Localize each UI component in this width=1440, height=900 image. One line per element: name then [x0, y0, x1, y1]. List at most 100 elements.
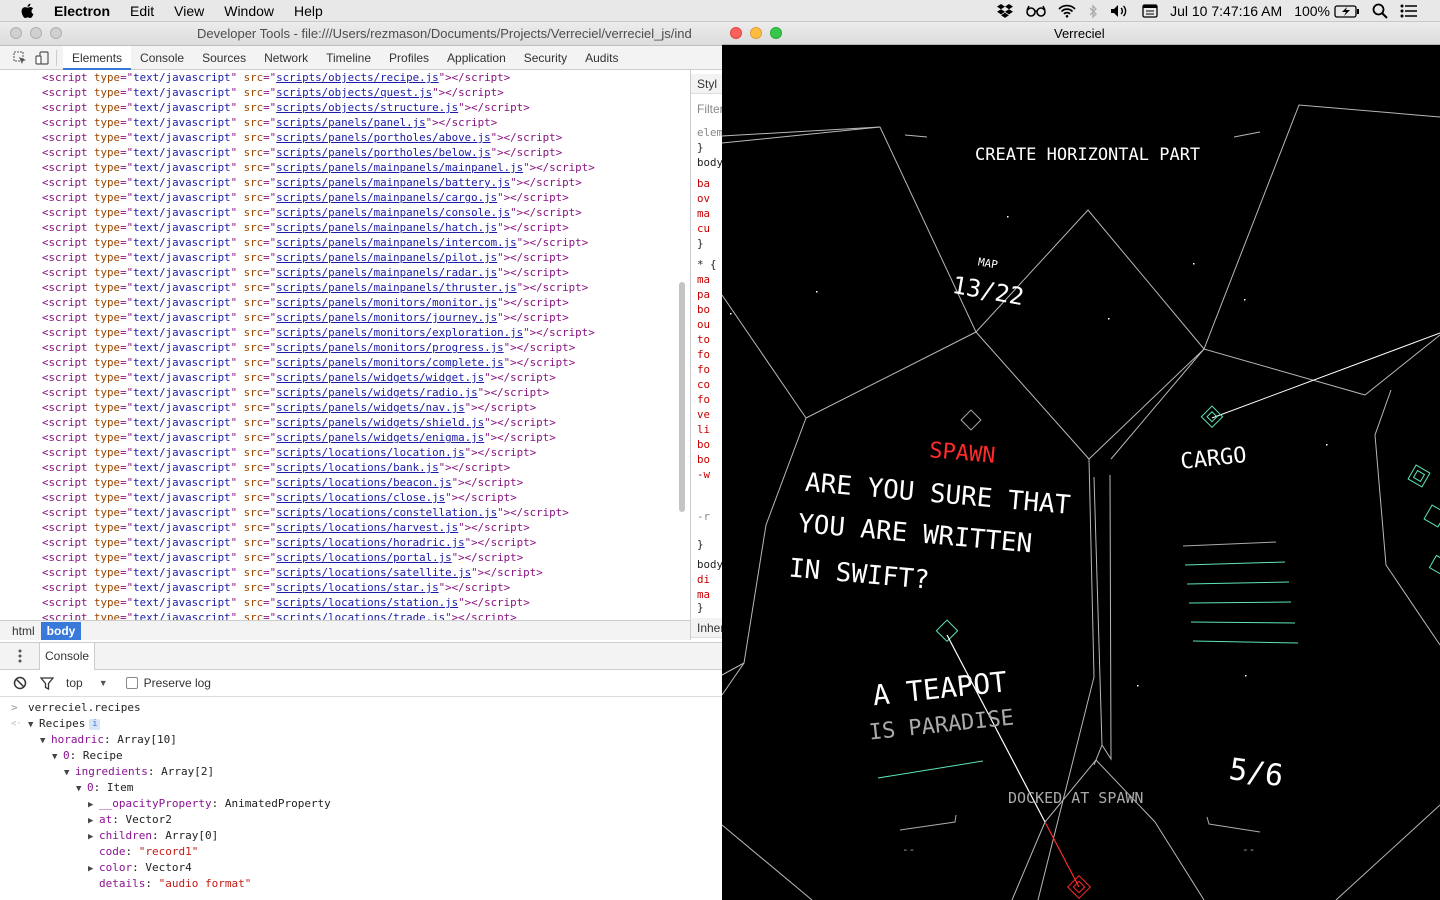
menu-edit[interactable]: Edit [130, 3, 154, 19]
styles-tab[interactable]: Styl [691, 74, 722, 94]
script-src-link[interactable]: scripts/panels/mainpanels/battery.js [276, 176, 510, 189]
script-src-link[interactable]: scripts/locations/star.js [276, 581, 439, 594]
object-tree-row[interactable]: code: "record1" [0, 844, 722, 860]
dom-node-script[interactable]: <script type="text/javascript" src="scri… [0, 310, 690, 325]
styles-filter[interactable]: Filter [697, 102, 722, 116]
script-src-link[interactable]: scripts/locations/horadric.js [276, 536, 465, 549]
spotlight-search-icon[interactable] [1372, 3, 1388, 19]
object-tree-row[interactable]: ▼ 0: Item [0, 780, 722, 796]
script-src-link[interactable]: scripts/locations/harvest.js [276, 521, 458, 534]
dom-node-script[interactable]: <script type="text/javascript" src="scri… [0, 550, 690, 565]
context-dropdown-icon[interactable]: ▼ [99, 678, 108, 688]
script-src-link[interactable]: scripts/panels/monitors/complete.js [276, 356, 504, 369]
expanded-triangle-icon[interactable]: ▼ [76, 781, 87, 797]
menu-window[interactable]: Window [224, 3, 274, 19]
filter-icon[interactable] [40, 676, 54, 690]
script-src-link[interactable]: scripts/panels/widgets/radio.js [276, 386, 478, 399]
dom-node-script[interactable]: <script type="text/javascript" src="scri… [0, 580, 690, 595]
dom-node-script[interactable]: <script type="text/javascript" src="scri… [0, 445, 690, 460]
dom-node-script[interactable]: <script type="text/javascript" src="scri… [0, 70, 690, 85]
zoom-button[interactable] [50, 27, 62, 39]
object-tree-row[interactable]: ▼ ingredients: Array[2] [0, 764, 722, 780]
minimize-button[interactable] [30, 27, 42, 39]
script-src-link[interactable]: scripts/locations/satellite.js [276, 566, 471, 579]
dom-node-script[interactable]: <script type="text/javascript" src="scri… [0, 595, 690, 610]
script-src-link[interactable]: scripts/objects/structure.js [276, 101, 458, 114]
script-src-link[interactable]: scripts/panels/widgets/nav.js [276, 401, 465, 414]
dom-node-script[interactable]: <script type="text/javascript" src="scri… [0, 160, 690, 175]
tab-audits[interactable]: Audits [576, 46, 627, 70]
script-src-link[interactable]: scripts/panels/monitors/exploration.js [276, 326, 523, 339]
script-src-link[interactable]: scripts/panels/widgets/enigma.js [276, 431, 484, 444]
bluetooth-icon[interactable] [1088, 3, 1098, 19]
dom-node-script[interactable]: <script type="text/javascript" src="scri… [0, 325, 690, 340]
console-output[interactable]: > verreciel.recipes <· ▼ Recipes i ▼ horadric:… [0, 697, 722, 892]
script-src-link[interactable]: scripts/panels/mainpanels/radar.js [276, 266, 497, 279]
dom-node-script[interactable]: <script type="text/javascript" src="scri… [0, 355, 690, 370]
game-titlebar[interactable]: Verreciel [722, 22, 1440, 45]
tab-elements[interactable]: Elements [63, 45, 132, 70]
tab-timeline[interactable]: Timeline [317, 46, 380, 70]
object-tree-row[interactable]: <· ▼ Recipes i [0, 716, 722, 732]
wifi-icon[interactable] [1058, 4, 1076, 18]
dom-node-script[interactable]: <script type="text/javascript" src="scri… [0, 145, 690, 160]
expanded-triangle-icon[interactable]: ▼ [64, 765, 75, 781]
dom-node-script[interactable]: <script type="text/javascript" src="scri… [0, 430, 690, 445]
dom-node-script[interactable]: <script type="text/javascript" src="scri… [0, 220, 690, 235]
clock[interactable]: Jul 10 7:47:16 AM [1170, 3, 1282, 19]
collapsed-triangle-icon[interactable]: ▶ [88, 861, 99, 877]
dom-node-script[interactable]: <script type="text/javascript" src="scri… [0, 475, 690, 490]
script-src-link[interactable]: scripts/locations/trade.js [276, 611, 445, 620]
dom-node-script[interactable]: <script type="text/javascript" src="scri… [0, 205, 690, 220]
dom-node-script[interactable]: <script type="text/javascript" src="scri… [0, 505, 690, 520]
battery-icon[interactable] [1334, 4, 1360, 18]
dom-node-script[interactable]: <script type="text/javascript" src="scri… [0, 340, 690, 355]
dom-node-script[interactable]: <script type="text/javascript" src="scri… [0, 175, 690, 190]
dom-node-script[interactable]: <script type="text/javascript" src="scri… [0, 535, 690, 550]
menu-view[interactable]: View [174, 3, 204, 19]
tab-console[interactable]: Console [131, 46, 193, 70]
dom-node-script[interactable]: <script type="text/javascript" src="scri… [0, 130, 690, 145]
dom-node-script[interactable]: <script type="text/javascript" src="scri… [0, 235, 690, 250]
apple-menu-icon[interactable] [20, 3, 38, 19]
script-src-link[interactable]: scripts/objects/quest.js [276, 86, 432, 99]
dom-node-script[interactable]: <script type="text/javascript" src="scri… [0, 280, 690, 295]
dom-node-script[interactable]: <script type="text/javascript" src="scri… [0, 460, 690, 475]
script-src-link[interactable]: scripts/panels/mainpanels/thruster.js [276, 281, 517, 294]
script-src-link[interactable]: scripts/locations/portal.js [276, 551, 452, 564]
script-src-link[interactable]: scripts/panels/widgets/shield.js [276, 416, 484, 429]
script-src-link[interactable]: scripts/locations/close.js [276, 491, 445, 504]
script-src-link[interactable]: scripts/panels/widgets/widget.js [276, 371, 484, 384]
script-src-link[interactable]: scripts/panels/mainpanels/console.js [276, 206, 510, 219]
script-src-link[interactable]: scripts/locations/beacon.js [276, 476, 452, 489]
script-src-link[interactable]: scripts/objects/recipe.js [276, 71, 439, 84]
device-toolbar-icon[interactable] [34, 50, 50, 66]
dropbox-icon[interactable] [996, 3, 1014, 19]
expanded-triangle-icon[interactable]: ▼ [52, 749, 63, 765]
script-src-link[interactable]: scripts/locations/station.js [276, 596, 458, 609]
script-src-link[interactable]: scripts/panels/monitors/progress.js [276, 341, 504, 354]
script-src-link[interactable]: scripts/panels/mainpanels/mainpanel.js [276, 161, 523, 174]
context-selector[interactable]: top [66, 676, 83, 690]
preserve-log-checkbox[interactable] [125, 677, 138, 689]
close-button[interactable] [730, 27, 742, 39]
inspect-element-icon[interactable] [12, 50, 28, 66]
zoom-button[interactable] [770, 27, 782, 39]
dom-node-script[interactable]: <script type="text/javascript" src="scri… [0, 190, 690, 205]
object-tree-row[interactable]: ▶ __opacityProperty: AnimatedProperty [0, 796, 722, 812]
clear-console-icon[interactable] [13, 676, 27, 690]
calendar-icon[interactable] [1142, 4, 1158, 18]
script-src-link[interactable]: scripts/locations/location.js [276, 446, 465, 459]
info-badge-icon[interactable]: i [89, 718, 101, 730]
close-button[interactable] [10, 27, 22, 39]
breadcrumb-html[interactable]: html [6, 622, 41, 640]
app-menu[interactable]: Electron [54, 3, 110, 19]
collapsed-triangle-icon[interactable]: ▶ [88, 797, 99, 813]
dom-node-script[interactable]: <script type="text/javascript" src="scri… [0, 385, 690, 400]
object-tree-row[interactable]: ▶ color: Vector4 [0, 860, 722, 876]
script-src-link[interactable]: scripts/locations/constellation.js [276, 506, 497, 519]
minimize-button[interactable] [750, 27, 762, 39]
script-src-link[interactable]: scripts/panels/mainpanels/pilot.js [276, 251, 497, 264]
elements-scrollbar[interactable] [679, 282, 685, 512]
script-src-link[interactable]: scripts/panels/mainpanels/cargo.js [276, 191, 497, 204]
